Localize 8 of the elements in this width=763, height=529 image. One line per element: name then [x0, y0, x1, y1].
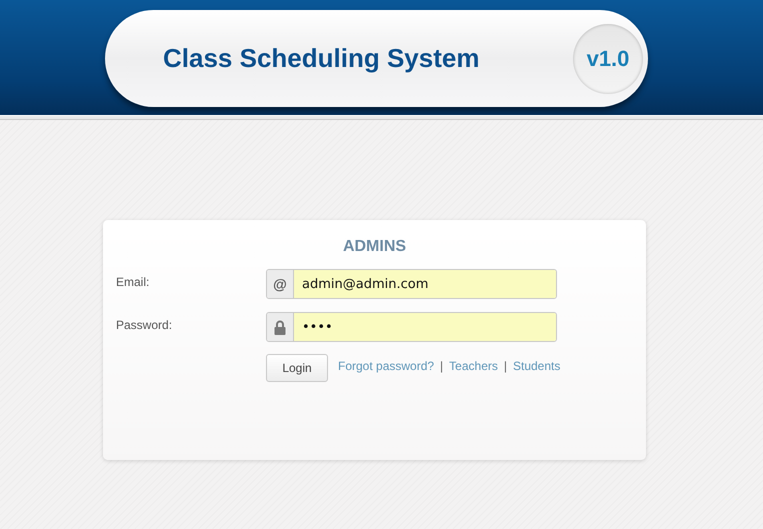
- field-label: Password:: [116, 317, 174, 332]
- link-separator: |: [504, 359, 507, 373]
- link-separator: |: [440, 359, 444, 373]
- app-title: Class Scheduling System: [163, 43, 480, 74]
- login-button[interactable]: Login: [266, 354, 328, 382]
- form-heading: ADMINS: [342, 238, 408, 256]
- field-label: Email:: [116, 274, 150, 289]
- version-badge: v1.0: [573, 24, 643, 94]
